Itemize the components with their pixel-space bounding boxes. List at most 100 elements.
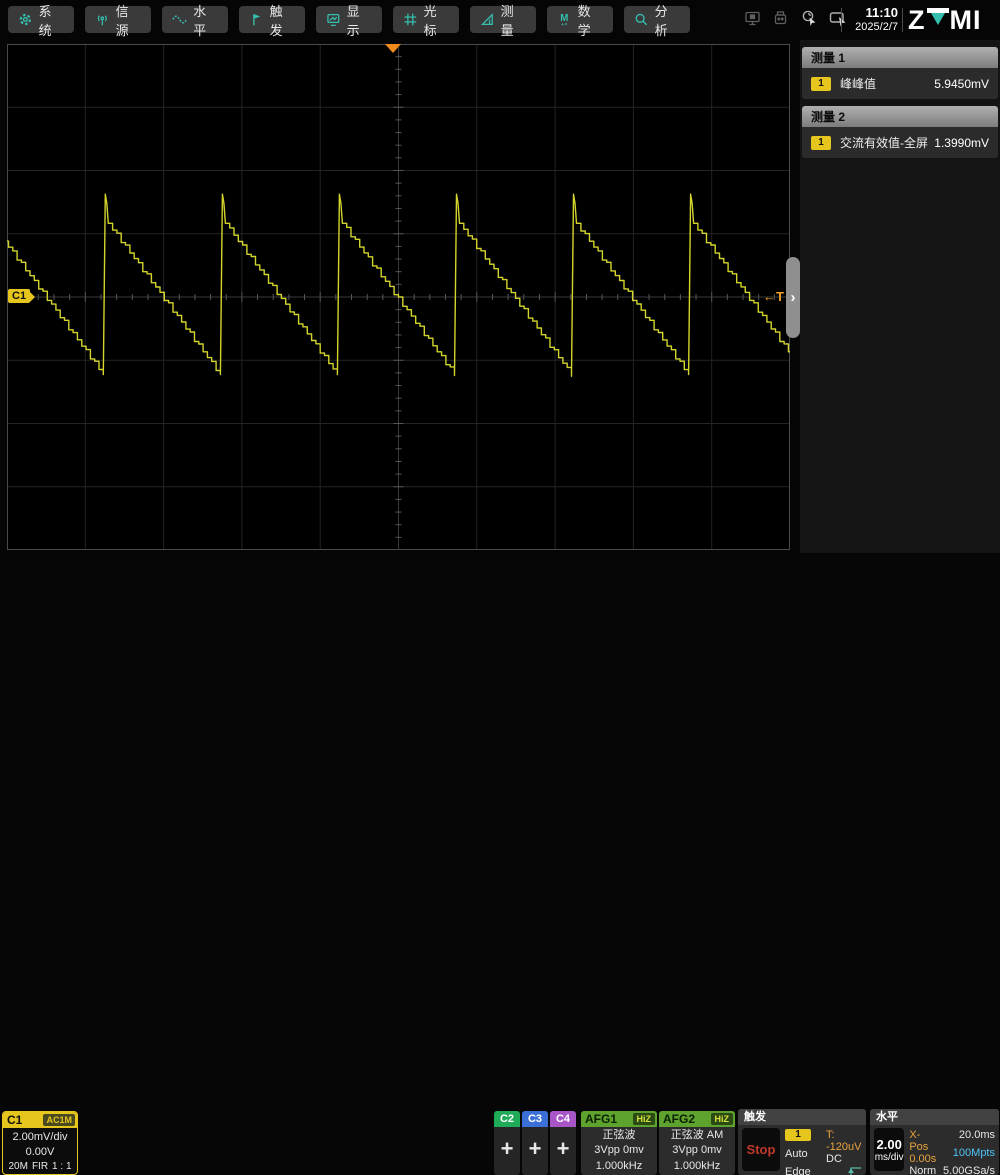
measurement-value: 5.9450mV	[934, 77, 989, 91]
acquisition-mode[interactable]: Norm	[909, 1165, 938, 1175]
toolbar-label: 信源	[116, 1, 141, 39]
afg2-waveform: 正弦波 AM	[659, 1128, 735, 1143]
afg2-name: AFG2	[659, 1112, 711, 1126]
channel4-add-box[interactable]: C4 +	[550, 1111, 576, 1175]
horizontal-col-left: X-Pos 0.00s Norm	[909, 1128, 938, 1175]
channel4-name: C4	[550, 1111, 576, 1127]
divider	[902, 8, 903, 32]
channel1-details: 2.00mV/div 0.00V 20M FIR 1 : 1	[3, 1128, 77, 1173]
memory-depth[interactable]: 100Mpts	[953, 1147, 995, 1159]
toolbar-button-system[interactable]: 系统	[8, 6, 74, 33]
toolbar-label: 系统	[39, 1, 64, 39]
afg2-amplitude: 3Vpp 0mv	[659, 1143, 735, 1158]
trigger-panel[interactable]: 触发 Stop 1 Auto Edge T: -120uV DC	[738, 1109, 866, 1175]
channel2-add-box[interactable]: C2 +	[494, 1111, 520, 1175]
xpos-value[interactable]: 0.00s	[909, 1153, 938, 1165]
antenna-icon	[95, 12, 110, 27]
toolbar-button-measure[interactable]: 测量	[470, 6, 536, 33]
trigger-level-marker[interactable]: ←T	[763, 289, 784, 304]
time-window: 20.0ms	[959, 1129, 995, 1141]
toolbar-label: 触发	[270, 1, 295, 39]
touch-icon[interactable]	[800, 9, 818, 27]
add-channel-icon[interactable]: +	[494, 1127, 520, 1171]
flag-icon	[249, 12, 264, 27]
toolbar-button-math[interactable]: M+× 数学	[547, 6, 613, 33]
toolbar-label: 数学	[578, 1, 603, 39]
trigger-type[interactable]: Edge	[785, 1166, 821, 1175]
channel2-name: C2	[494, 1111, 520, 1127]
measurement-title: 测量 2	[802, 106, 998, 127]
channel1-header: C1 AC1M	[3, 1112, 77, 1128]
afg1-header: AFG1 HiZ	[581, 1111, 657, 1127]
clock-time: 11:10	[850, 5, 898, 21]
afg2-box[interactable]: AFG2 HiZ 正弦波 AM 3Vpp 0mv 1.000kHz	[659, 1111, 735, 1175]
trigger-source-badge[interactable]: 1	[785, 1129, 811, 1141]
gesture-icon[interactable]	[829, 10, 848, 27]
trigger-level[interactable]: T: -120uV	[826, 1129, 862, 1153]
afg1-frequency: 1.000kHz	[581, 1159, 657, 1174]
timebase-button[interactable]: 2.00 ms/div	[874, 1128, 904, 1171]
measurement-label: 峰峰值	[840, 75, 934, 92]
gear-icon	[18, 12, 33, 27]
channel3-name: C3	[522, 1111, 548, 1127]
measurement-card-2[interactable]: 测量 2 1 交流有效值-全屏 1.3990mV	[802, 106, 998, 158]
afg1-details: 正弦波 3Vpp 0mv 1.000kHz	[581, 1127, 657, 1174]
toolbar-button-horizontal[interactable]: 水平	[162, 6, 228, 33]
divider	[841, 8, 842, 32]
trigger-col-right: T: -120uV DC	[826, 1128, 862, 1175]
afg1-box[interactable]: AFG1 HiZ 正弦波 3Vpp 0mv 1.000kHz	[581, 1111, 657, 1175]
afg1-waveform: 正弦波	[581, 1128, 657, 1143]
brand-logo: Z MI	[908, 5, 982, 36]
lan-display-icon[interactable]	[744, 10, 761, 27]
toolbar-button-trigger[interactable]: 触发	[239, 6, 305, 33]
source-badge: 1	[811, 77, 831, 91]
side-panel-handle[interactable]: ›	[786, 257, 800, 338]
channel1-ground-marker[interactable]: C1	[8, 289, 30, 303]
measurement-card-1[interactable]: 测量 1 1 峰峰值 5.9450mV	[802, 47, 998, 99]
clock-date: 2025/2/7	[850, 21, 898, 35]
toolbar-button-analyze[interactable]: 分析	[624, 6, 690, 33]
toolbar-button-display[interactable]: 显示	[316, 6, 382, 33]
scope-canvas[interactable]	[7, 44, 790, 550]
channel1-scale: 2.00mV/div	[3, 1130, 77, 1145]
measurement-panel: 测量 1 1 峰峰值 5.9450mV 测量 2 1 交流有效值-全屏 1.39…	[800, 40, 1000, 625]
rising-edge-icon	[842, 1165, 862, 1175]
add-channel-icon[interactable]: +	[522, 1127, 548, 1171]
math-m-icon: M+×	[557, 12, 572, 27]
wave-icon	[172, 12, 187, 27]
toolbar-label: 测量	[501, 1, 526, 39]
channel1-box[interactable]: C1 AC1M 2.00mV/div 0.00V 20M FIR 1 : 1	[2, 1111, 78, 1175]
waveform-plot	[7, 44, 790, 550]
trigger-panel-body: Stop 1 Auto Edge T: -120uV DC	[738, 1125, 866, 1175]
trigger-coupling[interactable]: DC	[826, 1153, 842, 1165]
timebase-value: 2.00	[877, 1137, 902, 1152]
trigger-panel-title: 触发	[738, 1109, 866, 1125]
usb-storage-icon[interactable]	[772, 10, 789, 27]
top-toolbar: 系统 信源 水平 触发 显示 光标 测量 M+× 数学 分析 11:10	[0, 0, 1000, 40]
afg2-header: AFG2 HiZ	[659, 1111, 735, 1127]
trigger-mode[interactable]: Auto	[785, 1148, 821, 1160]
toolbar-label: 光标	[424, 1, 449, 39]
crosshatch-icon	[403, 12, 418, 27]
afg1-name: AFG1	[581, 1112, 633, 1126]
toolbar-button-cursor[interactable]: 光标	[393, 6, 459, 33]
channel1-options: 20M FIR 1 : 1	[3, 1160, 77, 1174]
status-icon-group	[744, 9, 848, 27]
xpos-label[interactable]: X-Pos	[909, 1129, 938, 1153]
measurement-title: 测量 1	[802, 47, 998, 68]
logo-t-glyph	[927, 5, 949, 31]
acquisition-state-button[interactable]: Stop	[742, 1128, 780, 1171]
afg2-details: 正弦波 AM 3Vpp 0mv 1.000kHz	[659, 1127, 735, 1174]
toolbar-button-source[interactable]: 信源	[85, 6, 151, 33]
channel1-probe: 1 : 1	[52, 1160, 71, 1174]
channel1-bandwidth: 20M	[8, 1160, 27, 1174]
toolbar-label: 分析	[655, 1, 680, 39]
afg2-impedance-badge: HiZ	[711, 1113, 734, 1125]
trigger-position-marker[interactable]	[385, 44, 401, 53]
trigger-col-left: 1 Auto Edge	[785, 1128, 821, 1175]
horizontal-panel[interactable]: 水平 2.00 ms/div X-Pos 0.00s Norm 20.0ms 1…	[870, 1109, 999, 1175]
add-channel-icon[interactable]: +	[550, 1127, 576, 1171]
channel3-add-box[interactable]: C3 +	[522, 1111, 548, 1175]
sample-rate: 5.00GSa/s	[943, 1165, 995, 1175]
afg2-frequency: 1.000kHz	[659, 1159, 735, 1174]
